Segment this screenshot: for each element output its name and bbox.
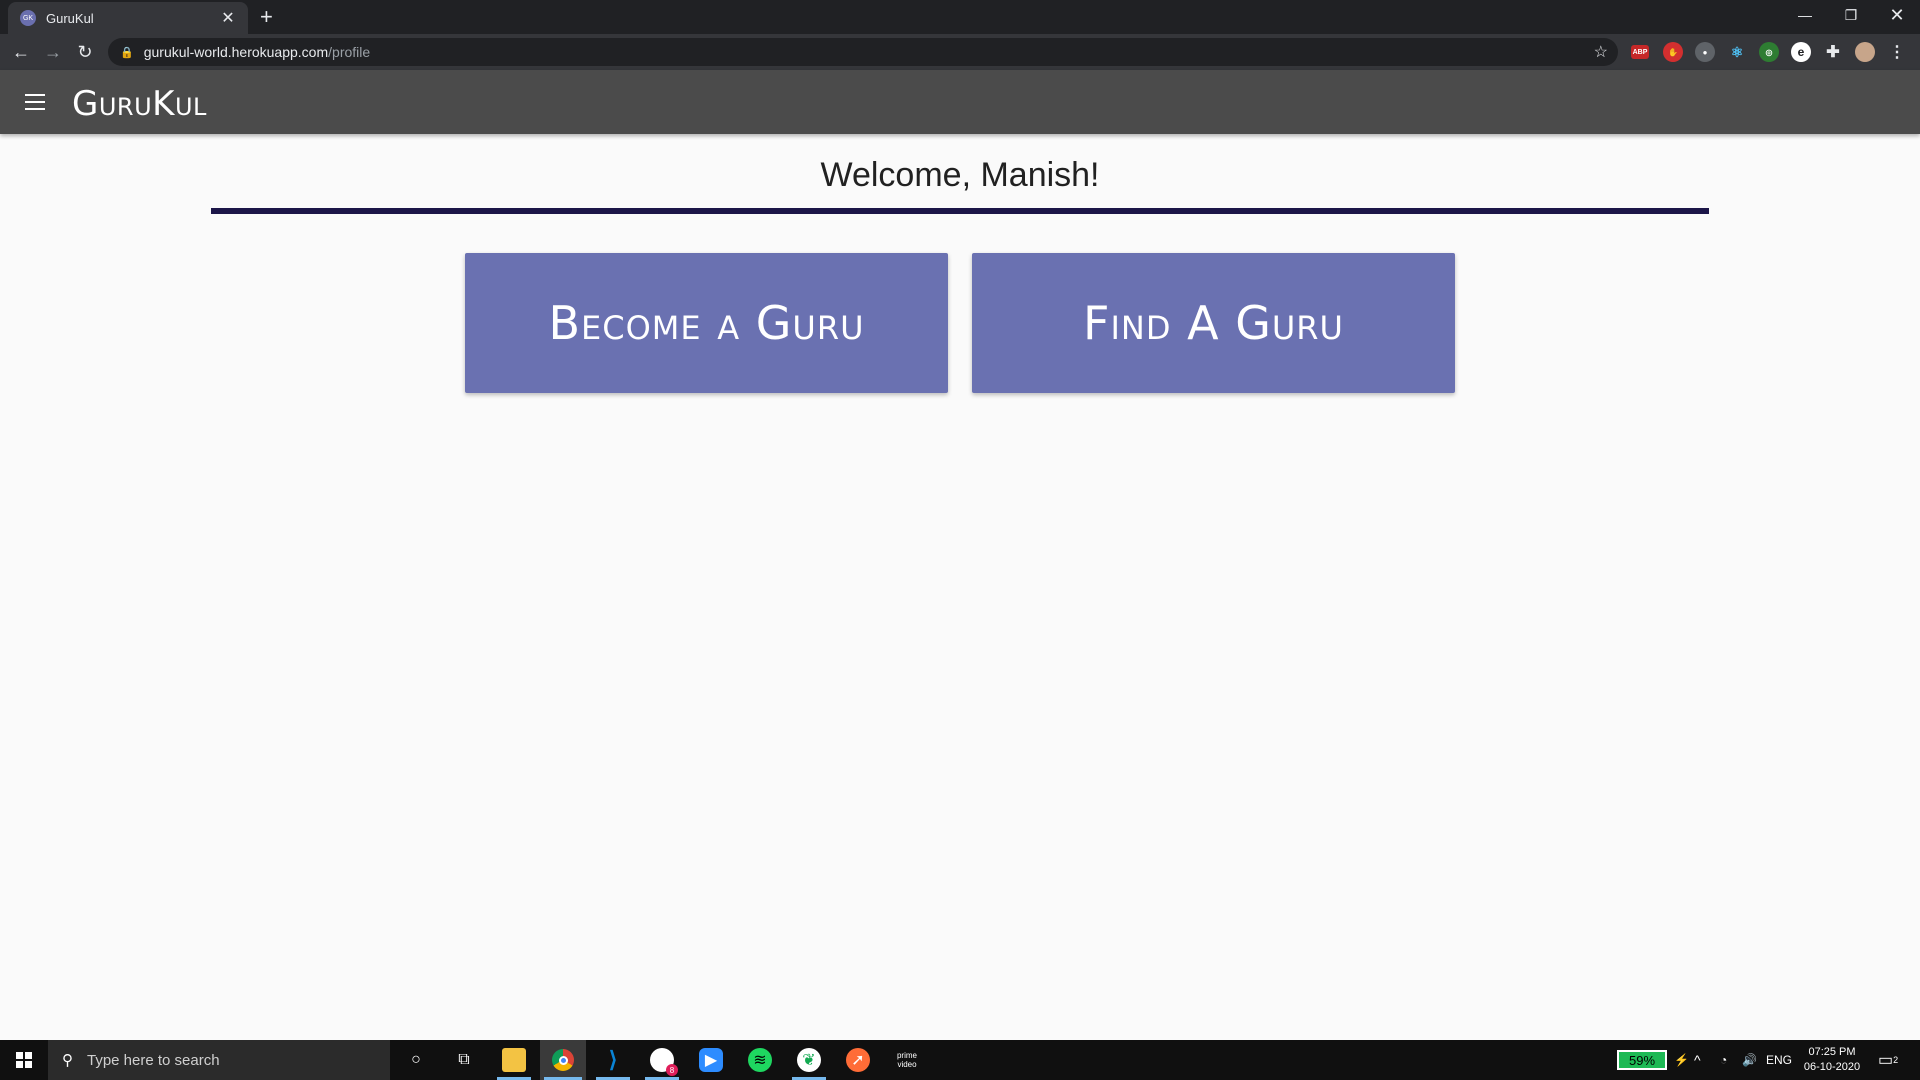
profile-avatar-icon[interactable]	[1855, 42, 1875, 62]
heading-divider	[211, 208, 1709, 214]
system-clock[interactable]: 07:25 PM 06-10-2020	[1800, 1040, 1864, 1080]
windows-taskbar: ⚲ Type here to search ○ ⧉ ⟩ 8 ▶ ≋ ❦ ➚ pr…	[0, 1040, 1920, 1080]
cortana-circle-icon[interactable]: ○	[404, 1048, 428, 1072]
adblock-extension-icon[interactable]: ABP	[1631, 45, 1649, 59]
close-window-icon[interactable]: ✕	[1874, 0, 1920, 30]
browser-menu-icon[interactable]: ⋮	[1887, 42, 1907, 62]
postman-icon[interactable]: ➚	[846, 1048, 870, 1072]
react-devtools-extension-icon[interactable]: ⚛	[1727, 42, 1747, 62]
address-bar[interactable]: 🔒 gurukul-world.herokuapp.com/profile ☆	[108, 38, 1618, 66]
extensions-puzzle-icon[interactable]: ✚	[1823, 42, 1843, 62]
grey-extension-icon[interactable]: ●	[1695, 42, 1715, 62]
minimize-window-icon[interactable]: —	[1782, 0, 1828, 30]
file-explorer-icon[interactable]	[502, 1048, 526, 1072]
task-view-icon[interactable]: ⧉	[452, 1048, 476, 1072]
search-placeholder: Type here to search	[87, 1051, 220, 1069]
taskbar-search-input[interactable]: ⚲ Type here to search	[48, 1040, 390, 1080]
become-guru-button[interactable]: Become a Guru	[465, 253, 948, 393]
brand-logo[interactable]: GuruKul	[72, 84, 207, 124]
start-button[interactable]	[0, 1040, 48, 1080]
windows-logo-icon	[16, 1052, 32, 1068]
search-icon: ⚲	[62, 1052, 73, 1069]
url-path: /profile	[328, 44, 371, 60]
close-tab-icon[interactable]: ✕	[220, 8, 236, 28]
welcome-heading: Welcome, Manish!	[820, 156, 1100, 194]
forward-arrow-icon[interactable]: →	[41, 40, 65, 64]
reload-icon[interactable]: ↻	[73, 40, 97, 64]
mongodb-compass-icon[interactable]: ❦	[797, 1048, 821, 1072]
find-guru-button[interactable]: Find A Guru	[972, 253, 1455, 393]
zoom-icon[interactable]: ▶	[699, 1048, 723, 1072]
charging-plug-icon: ⚡	[1674, 1053, 1689, 1067]
action-center-icon[interactable]: ▭ 2	[1878, 1040, 1898, 1080]
back-arrow-icon[interactable]: ←	[9, 40, 33, 64]
vscode-icon[interactable]: ⟩	[601, 1047, 625, 1072]
volume-icon[interactable]: 🔊	[1742, 1040, 1757, 1080]
url-host: gurukul-world.herokuapp.com	[143, 44, 329, 60]
browser-tabstrip: GK GuruKul ✕ + — ❐ ✕	[0, 0, 1920, 34]
clock-time: 07:25 PM	[1808, 1046, 1856, 1058]
battery-indicator[interactable]: 59%	[1617, 1050, 1667, 1070]
restore-window-icon[interactable]: ❐	[1828, 0, 1874, 30]
app-header: GuruKul	[0, 70, 1920, 134]
chrome-icon[interactable]	[551, 1048, 575, 1072]
spotify-icon[interactable]: ≋	[748, 1048, 772, 1072]
bookmark-star-icon[interactable]: ☆	[1594, 42, 1608, 62]
clock-date: 06-10-2020	[1803, 1061, 1861, 1073]
input-language[interactable]: ENG	[1766, 1040, 1792, 1080]
e-extension-icon[interactable]: e	[1791, 42, 1811, 62]
network-icon[interactable]: ◔	[1720, 1040, 1727, 1080]
green-target-extension-icon[interactable]: ◎	[1759, 42, 1779, 62]
red-hand-extension-icon[interactable]: ✋	[1663, 42, 1683, 62]
gurukul-favicon-icon: GK	[20, 10, 36, 26]
slack-badge: 8	[666, 1064, 678, 1076]
show-hidden-icons-chevron-icon[interactable]: ^	[1694, 1040, 1701, 1080]
new-tab-icon[interactable]: +	[260, 6, 273, 28]
browser-tab[interactable]: GK GuruKul ✕	[8, 2, 248, 34]
slack-icon[interactable]: 8	[650, 1048, 678, 1076]
notification-count: 2	[1893, 1055, 1899, 1065]
lock-icon: 🔒	[120, 46, 134, 59]
tab-title: GuruKul	[46, 10, 94, 26]
prime-video-icon[interactable]: prime video	[895, 1048, 919, 1072]
hamburger-menu-icon[interactable]	[25, 94, 45, 110]
